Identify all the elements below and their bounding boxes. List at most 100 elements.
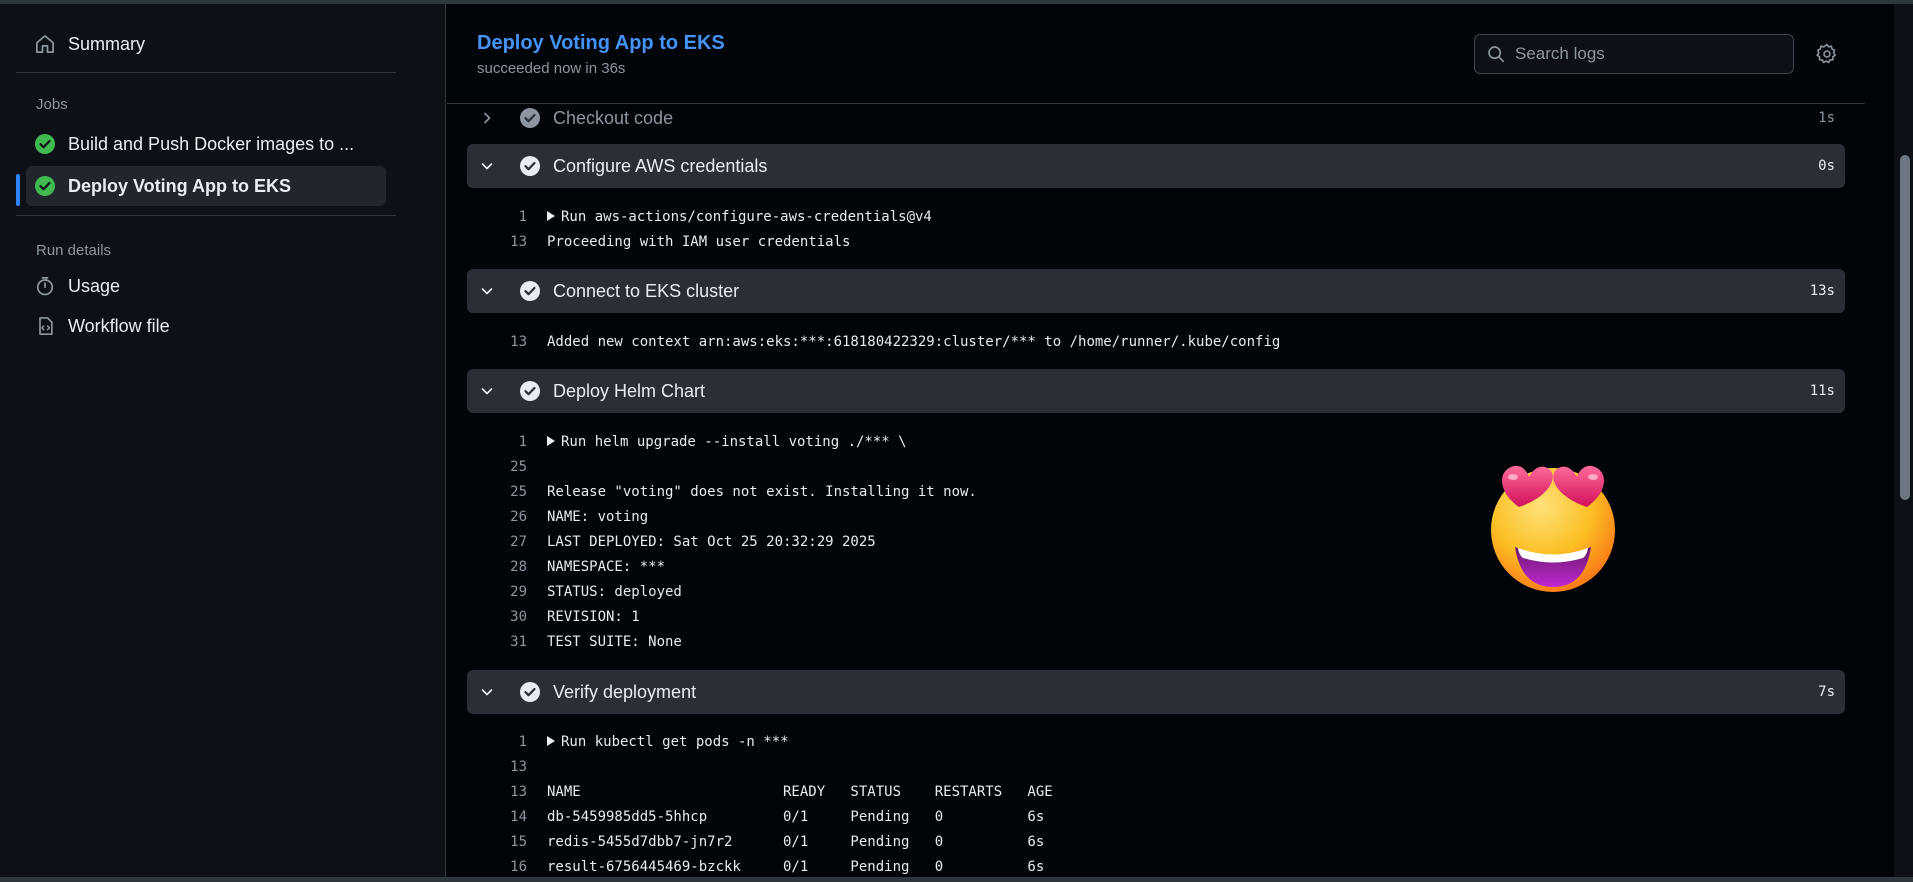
line-number: 13 (510, 759, 527, 775)
step-check-icon (520, 156, 540, 176)
search-logs-box[interactable] (1474, 34, 1794, 74)
log-text: Run aws-actions/configure-aws-credential… (561, 209, 932, 225)
log-text: result-6756445469-bzckk 0/1 Pending 0 6s (547, 859, 1045, 875)
job-label: Deploy Voting App to EKS (68, 175, 291, 196)
line-number: 16 (510, 859, 527, 875)
chevron-right-icon (479, 110, 495, 126)
log-text: Release "voting" does not exist. Install… (547, 484, 977, 500)
job-label: Build and Push Docker images to ... (68, 133, 355, 154)
step-duration: 7s (1818, 684, 1835, 700)
log-line: 30 REVISION: 1 (467, 605, 640, 629)
log-text: REVISION: 1 (547, 609, 640, 625)
log-text: Added new context arn:aws:eks:***:618180… (547, 334, 1281, 350)
sidebar-item-label: Usage (68, 275, 121, 296)
line-number: 29 (510, 584, 527, 600)
chevron-down-icon (479, 283, 495, 299)
line-number: 13 (510, 334, 527, 350)
log-text: Run helm upgrade --install voting ./*** … (561, 434, 907, 450)
log-text: TEST SUITE: None (547, 634, 682, 650)
step-header-checkout-code[interactable]: Checkout code 1s (467, 104, 1845, 140)
line-number: 30 (510, 609, 527, 625)
run-status-text: succeeded now in 36s (477, 60, 626, 77)
log-text: Run kubectl get pods -n *** (561, 734, 789, 750)
log-text: NAME: voting (547, 509, 649, 525)
file-code-icon (34, 315, 56, 337)
run-details-heading: Run details (36, 242, 112, 259)
log-line: 16 result-6756445469-bzckk 0/1 Pending 0 … (467, 855, 1044, 877)
sidebar-item-label: Summary (68, 33, 146, 54)
log-line: 25 Release "voting" does not exist. Insta… (467, 480, 977, 504)
sidebar-item-workflow-file[interactable]: Workflow file (26, 306, 386, 346)
expand-triangle-icon[interactable] (547, 211, 555, 221)
sidebar-item-job-deploy[interactable]: Deploy Voting App to EKS (26, 166, 386, 206)
success-check-icon (34, 175, 56, 197)
step-duration: 11s (1809, 383, 1835, 399)
search-input[interactable] (1513, 43, 1777, 65)
line-number: 1 (518, 734, 527, 750)
step-check-icon (520, 281, 540, 301)
log-line: 26 NAME: voting (467, 505, 648, 529)
log-line: 15 redis-5455d7dbb7-jn7r2 0/1 Pending 0 6… (467, 830, 1044, 854)
log-text: db-5459985dd5-5hhcp 0/1 Pending 0 6s (547, 809, 1045, 825)
stopwatch-icon (34, 275, 56, 297)
page-title[interactable]: Deploy Voting App to EKS (477, 32, 725, 55)
log-text: STATUS: deployed (547, 584, 682, 600)
log-text: Proceeding with IAM user credentials (547, 234, 851, 250)
line-number: 13 (510, 784, 527, 800)
log-text: NAMESPACE: *** (547, 559, 666, 575)
scrollbar-thumb[interactable] (1900, 155, 1910, 500)
sidebar-item-usage[interactable]: Usage (26, 266, 386, 306)
log-line: 27 LAST DEPLOYED: Sat Oct 25 20:32:29 202… (467, 530, 876, 554)
step-header-verify-deployment[interactable]: Verify deployment 7s (467, 670, 1845, 714)
gear-icon[interactable] (1815, 42, 1839, 66)
log-line: 25 (467, 455, 547, 479)
chevron-down-icon (479, 158, 495, 174)
line-number: 25 (510, 459, 527, 475)
success-check-icon (34, 133, 56, 155)
step-check-icon (520, 381, 540, 401)
active-indicator (16, 174, 20, 206)
step-name: Configure AWS credentials (553, 155, 768, 176)
log-line: 31 TEST SUITE: None (467, 630, 682, 654)
log-line: 13 Proceeding with IAM user credentials (467, 230, 850, 254)
log-line[interactable]: 1 Run aws-actions/configure-aws-credentia… (467, 205, 932, 229)
step-duration: 0s (1818, 158, 1835, 174)
expand-triangle-icon[interactable] (547, 736, 555, 746)
log-text: LAST DEPLOYED: Sat Oct 25 20:32:29 2025 (547, 534, 876, 550)
step-name: Checkout code (553, 107, 674, 128)
home-icon (34, 33, 56, 55)
line-number: 14 (510, 809, 527, 825)
sidebar-item-label: Workflow file (68, 315, 170, 336)
sidebar-divider (16, 215, 396, 216)
heart-eyes-emoji-icon (1491, 465, 1615, 592)
step-check-icon (520, 108, 540, 128)
line-number: 15 (510, 834, 527, 850)
jobs-heading: Jobs (36, 96, 68, 113)
step-duration: 1s (1818, 110, 1835, 126)
sidebar-item-summary[interactable]: Summary (26, 24, 386, 64)
sidebar-divider (16, 72, 396, 73)
sidebar-item-job-build[interactable]: Build and Push Docker images to ... (26, 124, 386, 164)
step-name: Connect to EKS cluster (553, 280, 740, 301)
log-panel: Checkout code 1s Configure AWS credentia… (467, 104, 1845, 877)
step-header-configure-aws-credentials[interactable]: Configure AWS credentials 0s (467, 144, 1845, 188)
log-line: 13 Added new context arn:aws:eks:***:6181… (467, 330, 1280, 354)
log-line: 13 (467, 755, 547, 779)
log-line: 13 NAME READY STATUS RESTARTS AGE (467, 780, 1053, 804)
expand-triangle-icon[interactable] (547, 436, 555, 446)
line-number: 25 (510, 484, 527, 500)
log-line: 29 STATUS: deployed (467, 580, 682, 604)
log-line: 14 db-5459985dd5-5hhcp 0/1 Pending 0 6s (467, 805, 1044, 829)
log-line[interactable]: 1 Run kubectl get pods -n *** (467, 730, 789, 754)
sidebar: Summary Jobs Build and Push Docker image… (0, 4, 446, 877)
chevron-down-icon (479, 383, 495, 399)
log-text: redis-5455d7dbb7-jn7r2 0/1 Pending 0 6s (547, 834, 1045, 850)
log-line[interactable]: 1 Run helm upgrade --install voting ./***… (467, 430, 907, 454)
chevron-down-icon (479, 684, 495, 700)
step-header-deploy-helm-chart[interactable]: Deploy Helm Chart 11s (467, 369, 1845, 413)
step-name: Verify deployment (553, 681, 697, 702)
line-number: 31 (510, 634, 527, 650)
step-check-icon (520, 682, 540, 702)
line-number: 27 (510, 534, 527, 550)
step-header-connect-to-eks-cluster[interactable]: Connect to EKS cluster 13s (467, 269, 1845, 313)
